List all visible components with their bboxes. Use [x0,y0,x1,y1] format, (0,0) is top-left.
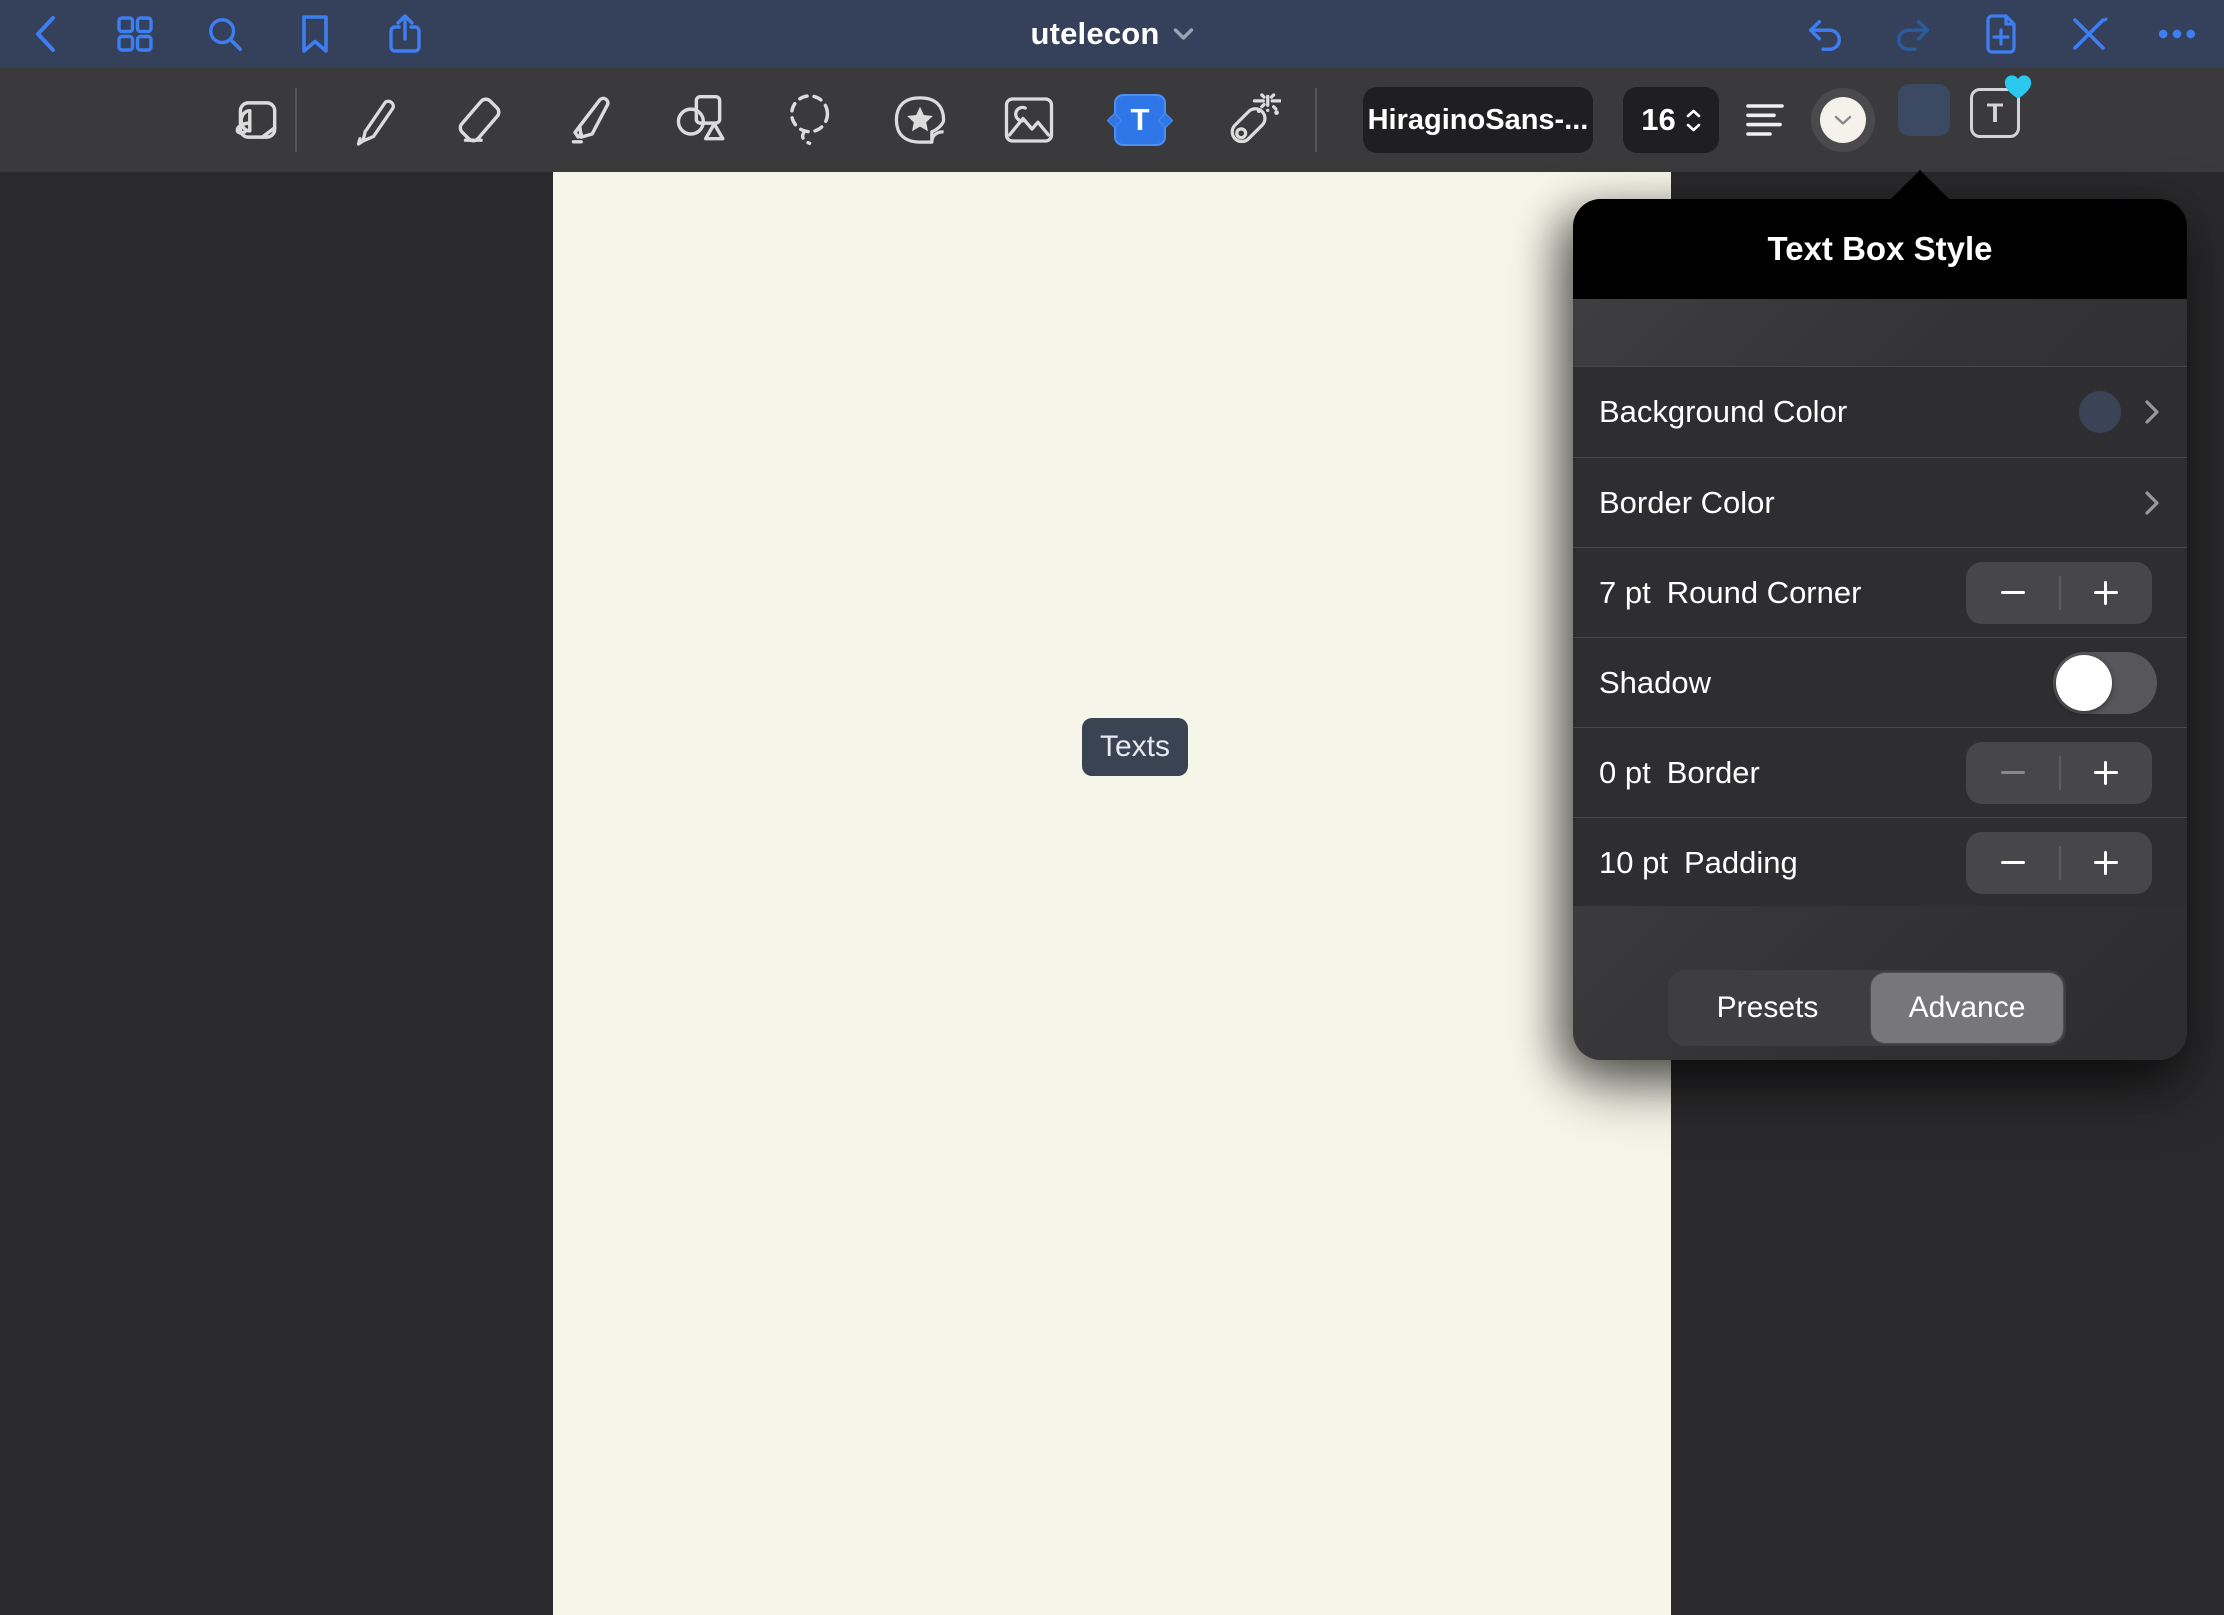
row-label: Shadow [1599,665,1711,701]
lasso-tool[interactable] [780,92,836,148]
text-box-content: Texts [1100,730,1170,764]
minus-icon-disabled [2001,771,2025,775]
shadow-toggle-off[interactable] [2053,652,2157,714]
laser-pointer-tool[interactable] [1225,92,1281,148]
favorite-heart-icon [2004,74,2032,100]
text-box-style-button[interactable]: T [1970,82,2026,138]
document-title-button[interactable]: utelecon [1030,0,1193,68]
app-screen: utelecon [0,0,2224,1615]
padding-decrease-button[interactable] [1966,832,2059,894]
font-size-value: 16 [1641,102,1675,138]
padding-value: 10 pt [1599,845,1668,881]
back-icon[interactable] [26,15,64,53]
chevron-right-icon [2141,490,2163,516]
row-padding: 10 pt Padding [1573,817,2187,907]
row-label: Background Color [1599,394,1847,430]
popover-footer: Presets Advance [1573,906,2187,1060]
border-value: 0 pt [1599,755,1651,791]
text-box-object[interactable]: Texts [1082,718,1188,776]
redo-icon[interactable] [1894,15,1932,53]
row-label: Border Color [1599,485,1775,521]
add-page-icon[interactable] [1982,15,2020,53]
text-align-button[interactable] [1738,92,1794,148]
border-increase-button[interactable] [2059,742,2152,804]
border-decrease-button[interactable] [1966,742,2059,804]
row-label: Padding [1684,845,1798,881]
plus-icon [2094,761,2118,785]
align-left-icon [1746,103,1786,137]
font-name-label: HiraginoSans-... [1368,104,1589,137]
nav-left-group [26,0,424,68]
toolbar-divider [295,88,297,152]
presets-advance-segmented-control: Presets Advance [1668,970,2066,1046]
tool-bar: T HiraginoSans-... 16 [0,68,2224,172]
font-size-chevrons-icon [1686,109,1701,132]
top-nav-bar: utelecon [0,0,2224,68]
color-chevron-down-icon [1834,115,1852,126]
popover-arrow [1890,170,1950,200]
undo-icon[interactable] [1806,15,1844,53]
more-icon[interactable] [2158,15,2196,53]
text-tool-active-indicator: T [1114,94,1166,146]
padding-increase-button[interactable] [2059,832,2152,894]
scroll-mode-tool[interactable] [228,92,284,148]
padding-stepper [1966,832,2152,894]
text-color-current [1820,97,1866,143]
title-chevron-down-icon [1174,28,1194,41]
border-stepper [1966,742,2152,804]
popover-title: Text Box Style [1768,230,1993,268]
row-background-color[interactable]: Background Color [1573,367,2187,457]
font-name-button[interactable]: HiraginoSans-... [1363,87,1593,153]
thumbnails-grid-icon[interactable] [116,15,154,53]
popover-header: Text Box Style [1573,199,2187,299]
row-border-color[interactable]: Border Color [1573,457,2187,547]
row-shadow: Shadow [1573,637,2187,727]
end-editing-icon[interactable] [2070,15,2108,53]
chevron-right-icon [2141,399,2163,425]
share-icon[interactable] [386,15,424,53]
round-corner-stepper [1966,562,2152,624]
text-color-well[interactable] [1811,88,1875,152]
shapes-tool[interactable] [673,92,729,148]
document-page[interactable]: Texts [553,172,1671,1615]
plus-icon [2094,851,2118,875]
background-color-swatch[interactable] [2079,391,2121,433]
bookmark-icon[interactable] [296,15,334,53]
row-round-corner: 7 pt Round Corner [1573,547,2187,637]
search-icon[interactable] [206,15,244,53]
image-tool[interactable] [1001,92,1057,148]
pen-tool[interactable] [344,92,400,148]
popover-rows: Background Color Border Color 7 pt [1573,366,2187,906]
text-tool-glyph: T [1131,102,1150,138]
plus-icon [2094,581,2118,605]
font-size-stepper[interactable]: 16 [1623,87,1719,153]
row-border: 0 pt Border [1573,727,2187,817]
popover-spacer [1573,299,2187,366]
text-box-background-swatch[interactable] [1898,84,1950,136]
text-box-style-popover: Text Box Style Background Color Border C… [1573,199,2187,1060]
tab-advance[interactable]: Advance [1871,973,2063,1043]
stepper-divider [2059,756,2061,790]
stepper-divider [2059,846,2061,880]
round-corner-increase-button[interactable] [2059,562,2152,624]
round-corner-value: 7 pt [1599,575,1651,611]
row-label: Border [1667,755,1760,791]
toggle-knob [2056,655,2112,711]
minus-icon [2001,861,2025,865]
toolbar-divider-2 [1315,88,1317,152]
stepper-divider [2059,576,2061,610]
highlighter-tool[interactable] [561,92,617,148]
document-title: utelecon [1030,16,1159,52]
round-corner-decrease-button[interactable] [1966,562,2059,624]
row-label: Round Corner [1667,575,1862,611]
stickers-tool[interactable] [892,92,948,148]
eraser-tool[interactable] [450,92,506,148]
nav-right-group [1806,0,2196,68]
minus-icon [2001,591,2025,595]
tab-presets[interactable]: Presets [1668,970,1867,1046]
text-tool[interactable]: T [1112,92,1168,148]
